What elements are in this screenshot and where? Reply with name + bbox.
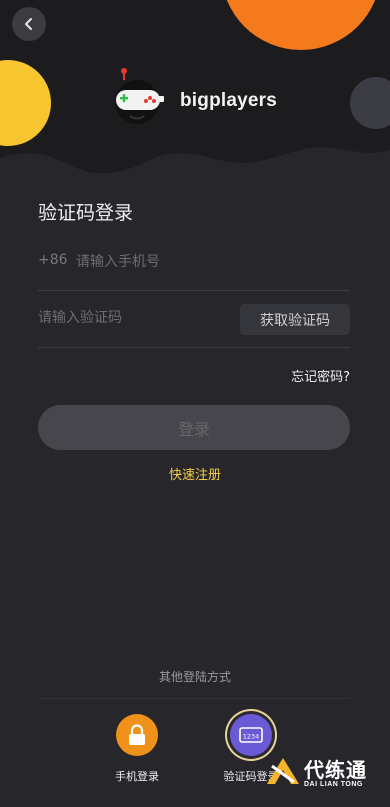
phone-input[interactable] <box>76 248 316 276</box>
login-screen: bigplayers 验证码登录 +86 获取验证码 忘记密码? 登录 快速注册… <box>0 0 390 807</box>
other-login-title: 其他登陆方式 <box>158 670 231 684</box>
country-code-prefix[interactable]: +86 <box>38 252 68 268</box>
watermark-subtext: DAI LIAN TONG <box>304 781 363 788</box>
watermark-text: 代练通 <box>304 758 367 782</box>
code-login-circle[interactable]: 1234 <box>230 714 272 756</box>
svg-text:1234: 1234 <box>243 733 260 741</box>
quick-register-link[interactable]: 快速注册 <box>0 464 390 483</box>
phone-login-circle[interactable] <box>116 714 158 756</box>
page-title: 验证码登录 <box>38 202 134 224</box>
back-button[interactable] <box>12 7 46 41</box>
get-code-button[interactable]: 获取验证码 <box>240 304 350 335</box>
brand-logo <box>110 66 170 126</box>
code-field-row: 获取验证码 <box>38 296 350 348</box>
phone-login-option[interactable]: 手机登录 <box>97 714 177 784</box>
lock-icon <box>129 724 145 745</box>
keypad-icon: 1234 <box>239 727 263 743</box>
watermark-logo-icon <box>267 758 299 784</box>
brand-name: bigplayers <box>180 90 278 111</box>
verification-code-input[interactable] <box>38 304 228 332</box>
watermark: 代练通 DAI LIAN TONG <box>264 752 384 796</box>
login-button[interactable]: 登录 <box>38 405 350 450</box>
divider <box>38 698 350 699</box>
game-mascot-logo-icon <box>115 68 164 124</box>
phone-login-label: 手机登录 <box>115 770 159 783</box>
phone-field-row: +86 <box>38 240 350 291</box>
chevron-left-icon <box>25 18 32 30</box>
forgot-password-link[interactable]: 忘记密码? <box>291 366 350 385</box>
